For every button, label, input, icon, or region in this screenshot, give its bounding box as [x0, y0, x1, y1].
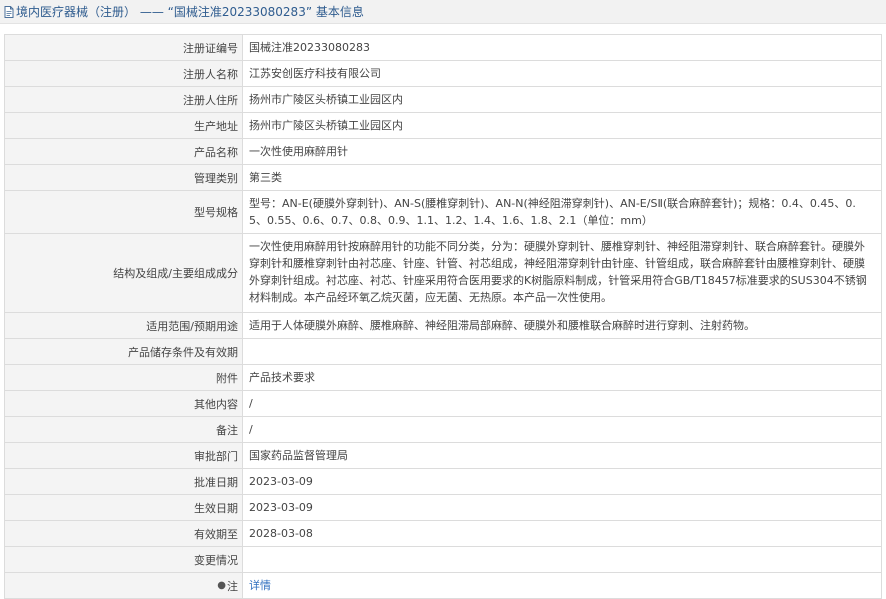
page-header: 境内医疗器械（注册） —— “国械注准20233080283” 基本信息 — [0, 0, 886, 24]
row-value: 一次性使用麻醉用针按麻醉用针的功能不同分类，分为：硬膜外穿刺针、腰椎穿刺针、神经… — [243, 234, 882, 312]
info-table: 注册证编号 国械注准20233080283 注册人名称 江苏安创医疗科技有限公司… — [4, 34, 882, 599]
row-product-name: 产品名称 一次性使用麻醉用针 — [5, 139, 882, 165]
row-value: 第三类 — [243, 165, 882, 190]
row-label: 注册证编号 — [5, 35, 243, 60]
row-registrant-name: 注册人名称 江苏安创医疗科技有限公司 — [5, 61, 882, 87]
row-value: 扬州市广陵区头桥镇工业园区内 — [243, 87, 882, 112]
row-label: 型号规格 — [5, 191, 243, 233]
row-management-class: 管理类别 第三类 — [5, 165, 882, 191]
note-label: 注 — [227, 579, 238, 593]
row-remarks: 备注 / — [5, 417, 882, 443]
row-value: 2023-03-09 — [243, 495, 882, 520]
row-value: 型号：AN-E(硬膜外穿刺针)、AN-S(腰椎穿刺针)、AN-N(神经阻滞穿刺针… — [243, 191, 882, 233]
row-valid-until: 有效期至 2028-03-08 — [5, 521, 882, 547]
row-label: 产品名称 — [5, 139, 243, 164]
row-label: 注册人住所 — [5, 87, 243, 112]
row-change-history: 变更情况 — [5, 547, 882, 573]
row-label: 生产地址 — [5, 113, 243, 138]
row-other-content: 其他内容 / — [5, 391, 882, 417]
row-value — [243, 339, 882, 364]
row-intended-use: 适用范围/预期用途 适用于人体硬膜外麻醉、腰椎麻醉、神经阻滞局部麻醉、硬膜外和腰… — [5, 313, 882, 339]
row-value: 2023-03-09 — [243, 469, 882, 494]
row-label: 审批部门 — [5, 443, 243, 468]
row-value: 国家药品监督管理局 — [243, 443, 882, 468]
row-label: 有效期至 — [5, 521, 243, 546]
page-title: 境内医疗器械（注册） —— “国械注准20233080283” 基本信息 — [16, 5, 364, 19]
row-label: 适用范围/预期用途 — [5, 313, 243, 338]
row-model-spec: 型号规格 型号：AN-E(硬膜外穿刺针)、AN-S(腰椎穿刺针)、AN-N(神经… — [5, 191, 882, 234]
row-label: ● 注 — [5, 573, 243, 598]
row-registration-number: 注册证编号 国械注准20233080283 — [5, 35, 882, 61]
row-value: 江苏安创医疗科技有限公司 — [243, 61, 882, 86]
row-value: 一次性使用麻醉用针 — [243, 139, 882, 164]
row-attachment: 附件 产品技术要求 — [5, 365, 882, 391]
row-value: 适用于人体硬膜外麻醉、腰椎麻醉、神经阻滞局部麻醉、硬膜外和腰椎联合麻醉时进行穿刺… — [243, 313, 882, 338]
row-registrant-address: 注册人住所 扬州市广陵区头桥镇工业园区内 — [5, 87, 882, 113]
row-label: 备注 — [5, 417, 243, 442]
row-value: 2028-03-08 — [243, 521, 882, 546]
row-label: 管理类别 — [5, 165, 243, 190]
document-icon — [4, 5, 14, 18]
row-label: 附件 — [5, 365, 243, 390]
row-production-address: 生产地址 扬州市广陵区头桥镇工业园区内 — [5, 113, 882, 139]
row-approval-department: 审批部门 国家药品监督管理局 — [5, 443, 882, 469]
row-value: 详情 — [243, 573, 882, 598]
row-effective-date: 生效日期 2023-03-09 — [5, 495, 882, 521]
row-value: 扬州市广陵区头桥镇工业园区内 — [243, 113, 882, 138]
row-label: 注册人名称 — [5, 61, 243, 86]
row-label: 产品储存条件及有效期 — [5, 339, 243, 364]
row-value: 国械注准20233080283 — [243, 35, 882, 60]
row-value: 产品技术要求 — [243, 365, 882, 390]
row-note: ● 注 详情 — [5, 573, 882, 599]
row-approval-date: 批准日期 2023-03-09 — [5, 469, 882, 495]
row-structure-composition: 结构及组成/主要组成成分 一次性使用麻醉用针按麻醉用针的功能不同分类，分为：硬膜… — [5, 234, 882, 313]
row-value: / — [243, 417, 882, 442]
row-label: 其他内容 — [5, 391, 243, 416]
row-label: 生效日期 — [5, 495, 243, 520]
map-pin-icon: ● — [217, 580, 226, 591]
row-value: / — [243, 391, 882, 416]
details-link[interactable]: 详情 — [249, 577, 271, 594]
row-label: 批准日期 — [5, 469, 243, 494]
row-label: 结构及组成/主要组成成分 — [5, 234, 243, 312]
row-value — [243, 547, 882, 572]
row-label: 变更情况 — [5, 547, 243, 572]
row-storage-validity: 产品储存条件及有效期 — [5, 339, 882, 365]
